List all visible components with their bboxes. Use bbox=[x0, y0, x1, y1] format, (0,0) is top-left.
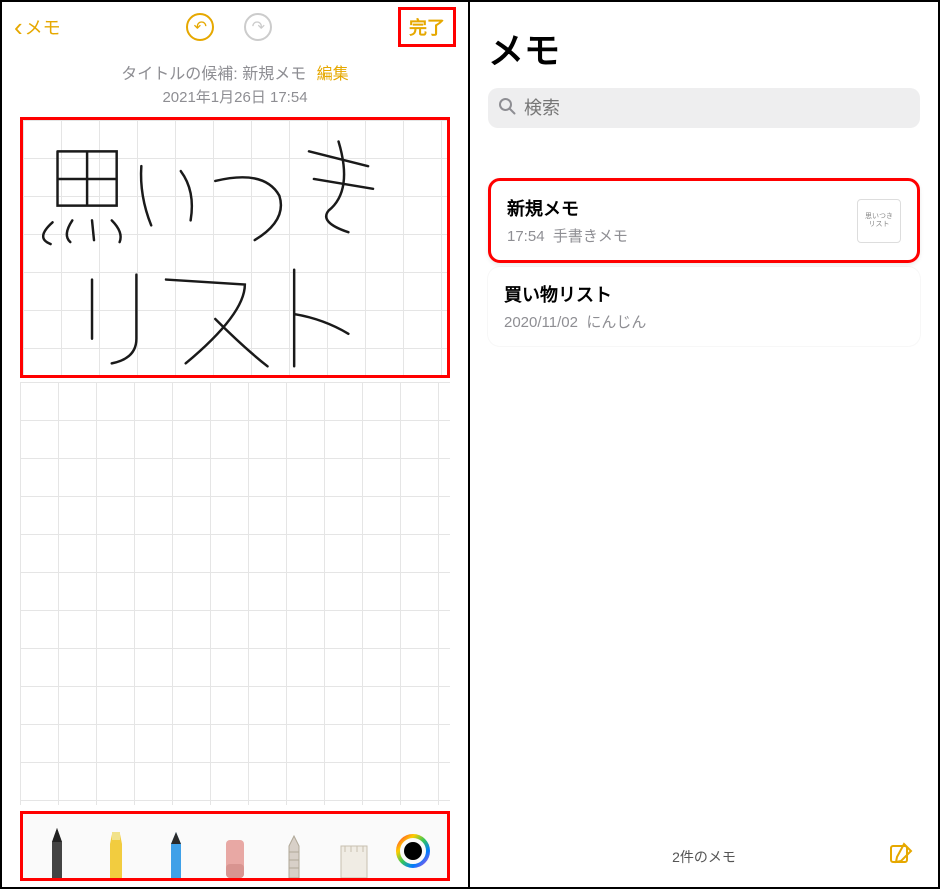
title-suggestion-text: 新規メモ bbox=[242, 66, 306, 83]
note-thumbnail: 思いつきリスト bbox=[857, 199, 901, 243]
note-timestamp: 2021年1月26日 17:54 bbox=[2, 86, 468, 113]
undo-button[interactable]: ↶ bbox=[186, 13, 214, 41]
edit-title-link[interactable]: 編集 bbox=[317, 66, 349, 83]
editor-header: ‹ メモ ↶ ↷ 完了 bbox=[2, 2, 468, 52]
lasso-tool[interactable] bbox=[276, 824, 312, 878]
color-wheel-icon bbox=[396, 834, 430, 868]
color-picker-tool[interactable] bbox=[395, 824, 431, 878]
handwriting-strokes bbox=[23, 120, 447, 375]
note-item-meta: 17:54 手書きメモ bbox=[507, 225, 857, 246]
back-chevron-icon: ‹ bbox=[14, 12, 23, 43]
note-info: 買い物リスト 2020/11/02 にんじん bbox=[504, 281, 904, 332]
undo-icon: ↶ bbox=[194, 17, 207, 37]
redo-icon: ↷ bbox=[252, 17, 265, 37]
editor-panel: ‹ メモ ↶ ↷ 完了 タイトルの候補: 新規メモ 編集 2021年1月26日 … bbox=[2, 2, 470, 887]
done-label: 完了 bbox=[409, 18, 445, 38]
compose-button[interactable] bbox=[888, 841, 914, 870]
pencil-tool[interactable] bbox=[158, 824, 194, 878]
pen-tool[interactable] bbox=[39, 824, 75, 878]
note-item-time: 2020/11/02 bbox=[504, 314, 578, 331]
back-button[interactable]: ‹ メモ bbox=[14, 12, 61, 43]
title-suggestion-prefix: タイトルの候補: bbox=[121, 66, 242, 83]
handwriting-canvas[interactable] bbox=[20, 117, 450, 378]
notes-list-panel: メモ 新規メモ 17:54 手書きメモ 思いつきリスト 買い物リスト 2020/… bbox=[470, 2, 938, 887]
marker-icon bbox=[104, 832, 128, 878]
search-bar[interactable] bbox=[488, 88, 920, 128]
ruler-icon bbox=[339, 840, 369, 878]
ruler-tool[interactable] bbox=[336, 824, 372, 878]
eraser-tool[interactable] bbox=[217, 824, 253, 878]
list-footer: 2件のメモ bbox=[488, 827, 920, 887]
list-title: メモ bbox=[488, 2, 920, 88]
note-item-title: 新規メモ bbox=[507, 195, 857, 221]
note-item-time: 17:54 bbox=[507, 228, 545, 245]
title-suggestion: タイトルの候補: 新規メモ 編集 bbox=[2, 52, 468, 86]
app-container: ‹ メモ ↶ ↷ 完了 タイトルの候補: 新規メモ 編集 2021年1月26日 … bbox=[0, 0, 940, 889]
note-list-item[interactable]: 新規メモ 17:54 手書きメモ 思いつきリスト bbox=[488, 178, 920, 263]
search-input[interactable] bbox=[524, 98, 910, 119]
tool-palette bbox=[20, 811, 450, 881]
redo-button: ↷ bbox=[244, 13, 272, 41]
note-info: 新規メモ 17:54 手書きメモ bbox=[507, 195, 857, 246]
marker-tool[interactable] bbox=[98, 824, 134, 878]
back-label: メモ bbox=[25, 14, 61, 40]
eraser-icon bbox=[222, 836, 248, 878]
pencil-icon bbox=[165, 832, 187, 878]
notes-count: 2件のメモ bbox=[672, 847, 736, 867]
note-item-preview: にんじん bbox=[586, 314, 646, 331]
compose-icon bbox=[888, 841, 914, 867]
undo-redo-group: ↶ ↷ bbox=[186, 13, 272, 41]
grid-canvas[interactable] bbox=[20, 382, 450, 805]
note-list-item[interactable]: 買い物リスト 2020/11/02 にんじん bbox=[488, 267, 920, 346]
note-item-meta: 2020/11/02 にんじん bbox=[504, 311, 904, 332]
note-item-preview: 手書きメモ bbox=[553, 228, 628, 245]
note-item-title: 買い物リスト bbox=[504, 281, 904, 307]
search-icon bbox=[498, 97, 516, 120]
lasso-icon bbox=[283, 834, 305, 878]
pen-icon bbox=[45, 828, 69, 878]
done-button[interactable]: 完了 bbox=[398, 7, 456, 47]
